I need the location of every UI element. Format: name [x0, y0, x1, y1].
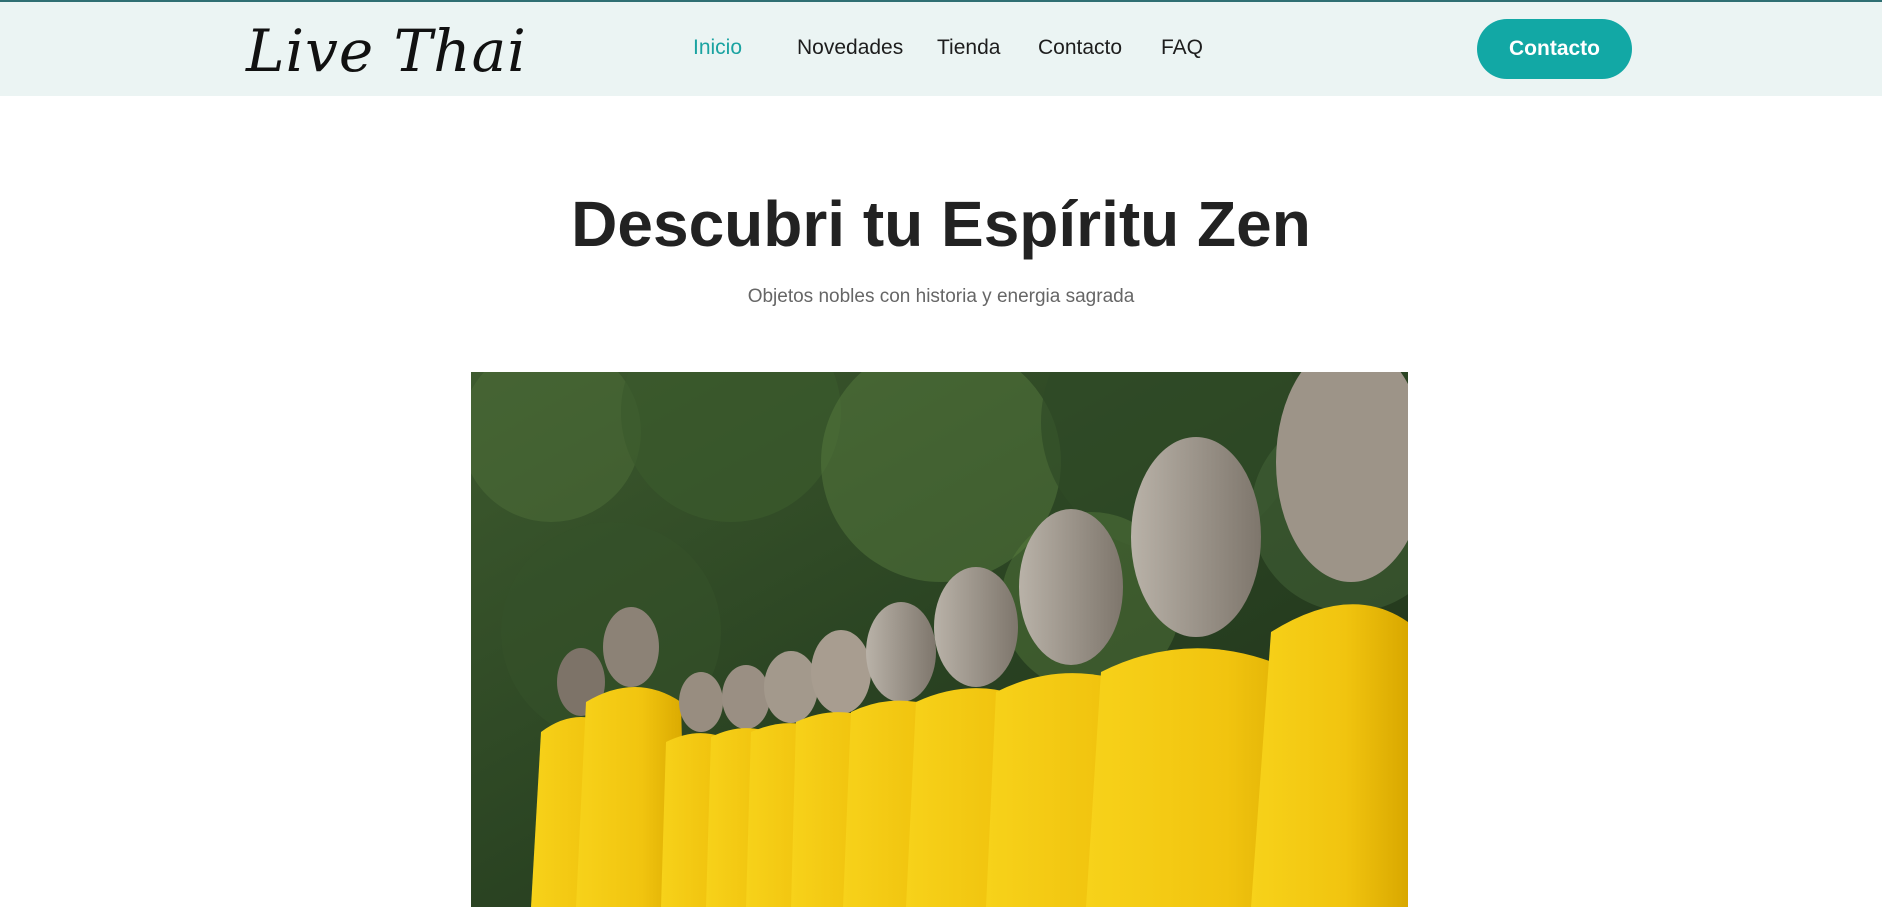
site-header: Live Thai Inicio Novedades Tienda Contac… — [0, 2, 1882, 96]
nav-item-tienda[interactable]: Tienda — [937, 36, 1000, 60]
hero-image-buddha-statues — [471, 372, 1408, 907]
nav-item-inicio[interactable]: Inicio — [693, 36, 742, 60]
hero-subtitle: Objetos nobles con historia y energia sa… — [747, 286, 1135, 307]
nav-item-faq[interactable]: FAQ — [1161, 36, 1203, 60]
nav-item-novedades[interactable]: Novedades — [797, 36, 903, 60]
site-logo[interactable]: Live Thai — [246, 16, 527, 86]
buddha-statues-illustration — [471, 372, 1408, 907]
contact-button[interactable]: Contacto — [1477, 19, 1632, 79]
nav-item-contacto[interactable]: Contacto — [1038, 36, 1122, 60]
hero-title: Descubri tu Espíritu Zen — [571, 188, 1311, 260]
